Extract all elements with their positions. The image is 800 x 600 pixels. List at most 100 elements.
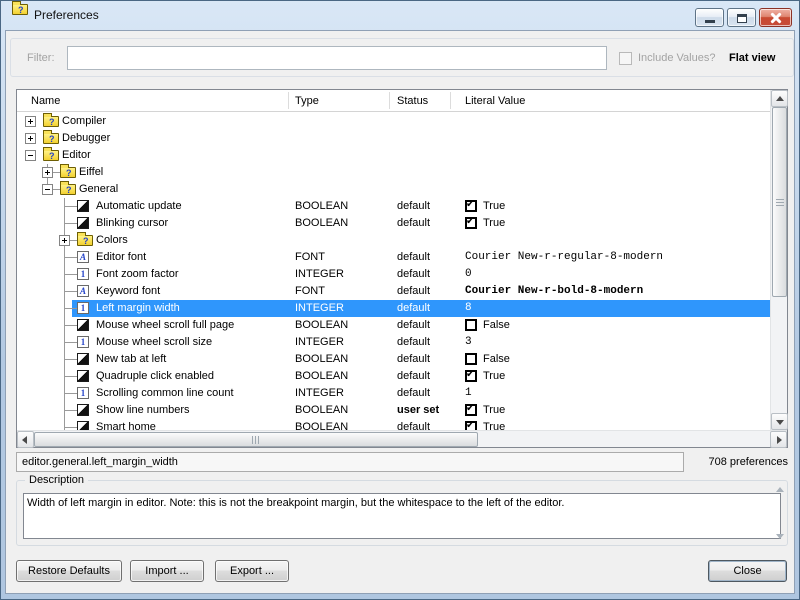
boolean-icon <box>77 404 89 416</box>
tree-row-editor[interactable]: Editor <box>17 147 770 164</box>
close-window-button[interactable] <box>759 8 792 27</box>
column-header-literal-value[interactable]: Literal Value <box>465 90 525 112</box>
import-button[interactable]: Import ... <box>130 560 204 582</box>
row-name: Show line numbers <box>96 402 190 419</box>
include-values-checkbox[interactable] <box>619 52 632 65</box>
tree-row-mouse-wheel-scroll-full-page[interactable]: Mouse wheel scroll full pageBOOLEANdefau… <box>17 317 770 334</box>
expand-toggle-plus-icon[interactable] <box>25 116 36 127</box>
horizontal-scrollbar[interactable] <box>17 430 787 447</box>
row-value: False <box>483 317 510 334</box>
tree-row-editor-font[interactable]: Editor fontFONTdefaultCourier New-r-regu… <box>17 249 770 266</box>
row-status: default <box>397 300 430 317</box>
minimize-button[interactable] <box>695 8 724 27</box>
row-type: BOOLEAN <box>295 402 348 419</box>
tree-row-colors[interactable]: Colors <box>17 232 770 249</box>
column-header-name[interactable]: Name <box>31 90 60 112</box>
tree-row-quadruple-click-enabled[interactable]: Quadruple click enabledBOOLEANdefaultTru… <box>17 368 770 385</box>
value-checkbox[interactable] <box>465 404 477 416</box>
description-text: Width of left margin in editor. Note: th… <box>23 493 781 539</box>
maximize-button[interactable] <box>727 8 756 27</box>
vertical-scroll-thumb[interactable] <box>772 107 787 297</box>
window-title: Preferences <box>34 1 99 29</box>
description-scroll-down-icon[interactable] <box>776 534 784 539</box>
row-name: Colors <box>96 232 128 249</box>
value-checkbox[interactable] <box>465 421 477 430</box>
description-scroll-up-icon[interactable] <box>776 487 784 492</box>
scroll-up-button[interactable] <box>771 90 788 107</box>
close-button[interactable]: Close <box>708 560 787 582</box>
row-name: General <box>79 181 118 198</box>
column-header-type[interactable]: Type <box>295 90 319 112</box>
description-title: Description <box>25 473 88 488</box>
integer-icon <box>77 336 89 348</box>
horizontal-scroll-thumb[interactable] <box>34 432 478 447</box>
boolean-icon <box>77 370 89 382</box>
row-type: BOOLEAN <box>295 351 348 368</box>
row-name: Compiler <box>62 113 106 130</box>
column-header-status[interactable]: Status <box>397 90 428 112</box>
column-divider[interactable] <box>389 92 390 109</box>
export-button[interactable]: Export ... <box>215 560 289 582</box>
description-groupbox: Description Width of left margin in edit… <box>16 480 788 546</box>
row-status: default <box>397 249 430 266</box>
tree-row-new-tab-at-left[interactable]: New tab at leftBOOLEANdefaultFalse <box>17 351 770 368</box>
column-divider[interactable] <box>450 92 451 109</box>
tree-row-automatic-update[interactable]: Automatic updateBOOLEANdefaultTrue <box>17 198 770 215</box>
tree-row-debugger[interactable]: Debugger <box>17 130 770 147</box>
grid-rows: CompilerDebuggerEditorEiffelGeneralAutom… <box>17 113 770 430</box>
scroll-right-button[interactable] <box>770 431 787 448</box>
row-status: default <box>397 198 430 215</box>
expand-toggle-plus-icon[interactable] <box>42 167 53 178</box>
row-status: default <box>397 283 430 300</box>
folder-icon <box>60 184 76 195</box>
row-name: Scrolling common line count <box>96 385 234 402</box>
restore-defaults-button[interactable]: Restore Defaults <box>16 560 122 582</box>
tree-row-left-margin-width[interactable]: Left margin widthINTEGERdefault8 <box>17 300 770 317</box>
integer-icon <box>77 387 89 399</box>
row-name: Smart home <box>96 419 156 430</box>
flat-view-button[interactable]: Flat view <box>729 39 775 78</box>
scroll-left-button[interactable] <box>17 431 34 448</box>
scroll-down-button[interactable] <box>771 413 788 430</box>
expand-toggle-minus-icon[interactable] <box>25 150 36 161</box>
expand-toggle-plus-icon[interactable] <box>59 235 70 246</box>
window-controls <box>695 8 792 27</box>
tree-row-blinking-cursor[interactable]: Blinking cursorBOOLEANdefaultTrue <box>17 215 770 232</box>
font-icon <box>77 285 89 297</box>
row-type: BOOLEAN <box>295 419 348 430</box>
row-name: Debugger <box>62 130 110 147</box>
preferences-icon <box>12 4 28 15</box>
value-checkbox[interactable] <box>465 319 477 331</box>
tree-row-general[interactable]: General <box>17 181 770 198</box>
filter-input[interactable] <box>67 46 607 70</box>
tree-row-show-line-numbers[interactable]: Show line numbersBOOLEANuser setTrue <box>17 402 770 419</box>
integer-icon <box>77 302 89 314</box>
tree-row-scrolling-common-line-count[interactable]: Scrolling common line countINTEGERdefaul… <box>17 385 770 402</box>
vertical-scrollbar[interactable] <box>770 90 787 430</box>
value-checkbox[interactable] <box>465 353 477 365</box>
boolean-icon <box>77 353 89 365</box>
row-status: default <box>397 385 430 402</box>
titlebar[interactable]: Preferences <box>1 1 799 30</box>
row-type: INTEGER <box>295 300 344 317</box>
row-value: True <box>483 402 505 419</box>
tree-row-eiffel[interactable]: Eiffel <box>17 164 770 181</box>
row-name: Keyword font <box>96 283 160 300</box>
boolean-icon <box>77 319 89 331</box>
column-divider[interactable] <box>288 92 289 109</box>
tree-row-compiler[interactable]: Compiler <box>17 113 770 130</box>
value-checkbox[interactable] <box>465 200 477 212</box>
tree-row-smart-home[interactable]: Smart homeBOOLEANdefaultTrue <box>17 419 770 430</box>
value-checkbox[interactable] <box>465 370 477 382</box>
row-value: 3 <box>465 334 472 351</box>
row-value: True <box>483 215 505 232</box>
expand-toggle-minus-icon[interactable] <box>42 184 53 195</box>
expand-toggle-plus-icon[interactable] <box>25 133 36 144</box>
row-value: 1 <box>465 385 472 402</box>
tree-row-mouse-wheel-scroll-size[interactable]: Mouse wheel scroll sizeINTEGERdefault3 <box>17 334 770 351</box>
row-name: Editor font <box>96 249 146 266</box>
tree-row-keyword-font[interactable]: Keyword fontFONTdefaultCourier New-r-bol… <box>17 283 770 300</box>
value-checkbox[interactable] <box>465 217 477 229</box>
row-value: True <box>483 198 505 215</box>
tree-row-font-zoom-factor[interactable]: Font zoom factorINTEGERdefault0 <box>17 266 770 283</box>
